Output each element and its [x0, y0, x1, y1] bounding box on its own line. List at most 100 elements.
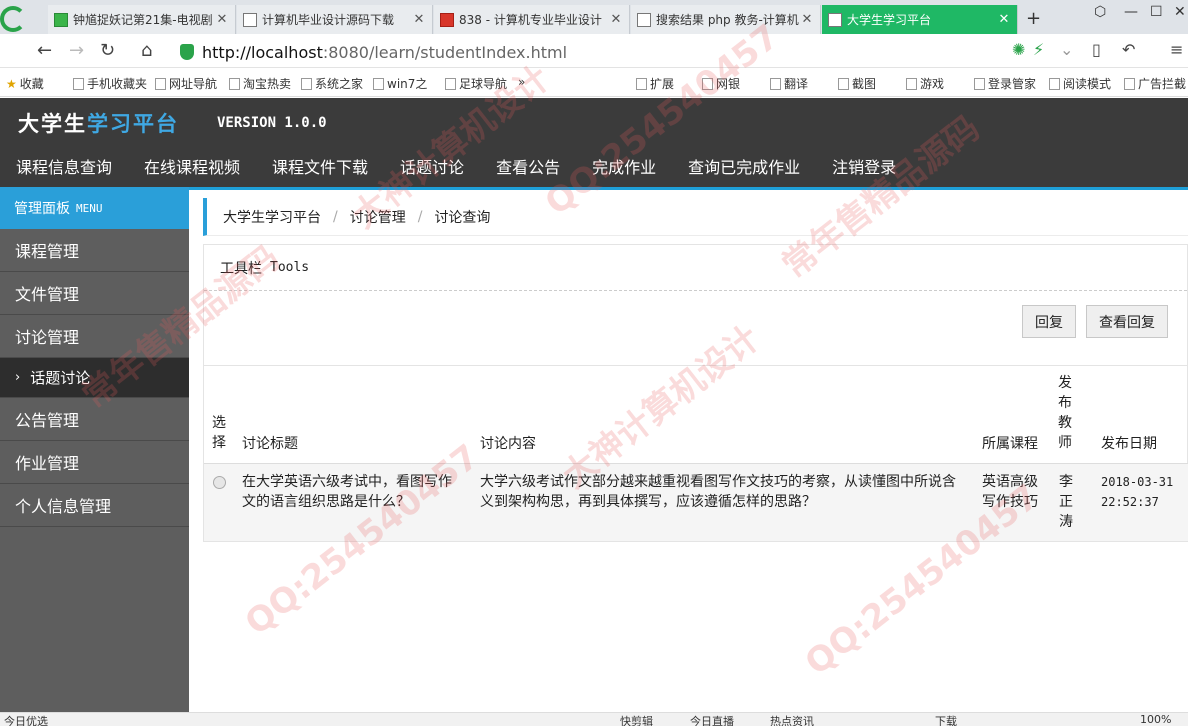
extension-item[interactable]: 阅读模式	[1049, 75, 1111, 92]
sidebar-item-files[interactable]: 文件管理	[0, 272, 189, 315]
browser-tab-active[interactable]: 大学生学习平台 ✕	[822, 5, 1018, 34]
undo-icon[interactable]: ↶	[1122, 40, 1135, 59]
extension-item[interactable]: 游戏	[906, 75, 944, 92]
speed-icon[interactable]: ✺	[1012, 40, 1025, 59]
extension-icon	[636, 77, 647, 90]
col-select: 选择	[212, 415, 226, 451]
top-nav: 课程信息查询 在线课程视频 课程文件下载 话题讨论 查看公告 完成作业 查询已完…	[0, 154, 912, 178]
bookmark-item[interactable]: 足球导航	[445, 75, 507, 92]
sidebar-item-homework[interactable]: 作业管理	[0, 441, 189, 484]
bookmark-item[interactable]: 手机收藏夹	[73, 75, 147, 92]
nav-course-video[interactable]: 在线课程视频	[144, 154, 240, 178]
close-tab-icon[interactable]: ✕	[215, 12, 229, 27]
phone-icon[interactable]: ▯	[1092, 40, 1101, 59]
login-manager-icon	[974, 77, 985, 90]
secure-shield-icon	[180, 44, 194, 60]
page-icon	[155, 77, 166, 90]
breadcrumb-section[interactable]: 讨论管理	[350, 207, 406, 227]
extension-item[interactable]: 登录管家	[974, 75, 1036, 92]
sidebar-item-discussion[interactable]: 讨论管理	[0, 315, 189, 358]
bank-icon	[702, 77, 713, 90]
browser-tab[interactable]: 计算机毕业设计源码下载 ✕	[237, 5, 433, 34]
col-content: 讨论内容	[480, 436, 536, 452]
bookmarks-bar: ★ 收藏 手机收藏夹 网址导航 淘宝热卖 系统之家 win7之 足球导航 » 扩展…	[0, 68, 1188, 97]
sidebar: 管理面板 MENU 课程管理 文件管理 讨论管理 › 话题讨论 公告管理 作业管理…	[0, 187, 189, 712]
browser-tab-bar: 钟馗捉妖记第21集-电视剧 ✕ 计算机毕业设计源码下载 ✕ 838 - 计算机专…	[0, 0, 1188, 34]
col-date: 发布日期	[1101, 436, 1157, 452]
page-icon	[445, 77, 456, 90]
row-select-radio[interactable]	[213, 476, 226, 489]
extension-item[interactable]: 截图	[838, 75, 876, 92]
browser-tab[interactable]: 838 - 计算机专业毕业设计 ✕	[434, 5, 630, 34]
forward-icon[interactable]: →	[69, 40, 84, 61]
window-close-icon[interactable]: ✕	[1174, 4, 1186, 20]
close-tab-icon[interactable]: ✕	[609, 12, 623, 27]
status-item[interactable]: 今日直播	[690, 713, 734, 726]
view-reply-button[interactable]: 查看回复	[1086, 305, 1168, 338]
status-item[interactable]: 快剪辑	[620, 713, 653, 726]
status-left[interactable]: 今日优选	[4, 713, 48, 726]
col-course: 所属课程	[982, 436, 1038, 452]
status-item[interactable]: 下载	[935, 713, 957, 726]
page-icon	[229, 77, 240, 90]
new-tab-icon[interactable]: +	[1026, 8, 1041, 29]
dropdown-icon[interactable]: ⌄	[1060, 40, 1073, 59]
site-header: 大学生学习平台 VERSION 1.0.0 课程信息查询 在线课程视频 课程文件…	[0, 98, 1188, 187]
sidebar-header: 管理面板 MENU	[0, 187, 189, 229]
browser-tab[interactable]: 钟馗捉妖记第21集-电视剧 ✕	[48, 5, 236, 34]
bookmark-item[interactable]: 系统之家	[301, 75, 363, 92]
bookmark-item[interactable]: 淘宝热卖	[229, 75, 291, 92]
bookmark-item[interactable]: win7之	[373, 75, 427, 92]
breadcrumb-home[interactable]: 大学生学习平台	[223, 207, 321, 227]
extension-item[interactable]: 广告拦截	[1124, 75, 1186, 92]
reload-icon[interactable]: ↻	[100, 40, 115, 61]
nav-course-info[interactable]: 课程信息查询	[16, 154, 112, 178]
close-tab-icon[interactable]: ✕	[800, 12, 814, 27]
bookmarks-more-button[interactable]: »	[518, 75, 525, 89]
sidebar-subitem-topic[interactable]: › 话题讨论	[0, 358, 189, 398]
site-brand[interactable]: 大学生学习平台	[18, 108, 179, 138]
status-item[interactable]: 热点资讯	[770, 713, 814, 726]
reply-button[interactable]: 回复	[1022, 305, 1076, 338]
extension-item[interactable]: 翻译	[770, 75, 808, 92]
extension-item[interactable]: 网银	[702, 75, 740, 92]
site-version: VERSION 1.0.0	[217, 115, 327, 131]
table-row[interactable]: 在大学英语六级考试中，看图写作文的语言组织思路是什么？ 大学六级考试作文部分越来…	[204, 464, 1188, 542]
panel-title: 工具栏 Tools	[204, 245, 1187, 291]
bookmark-item[interactable]: 网址导航	[155, 75, 217, 92]
page-icon	[243, 12, 257, 27]
row-teacher: 李正涛	[1059, 474, 1073, 530]
skin-icon[interactable]: ⬡	[1094, 4, 1106, 20]
sidebar-item-profile[interactable]: 个人信息管理	[0, 484, 189, 527]
breadcrumb: 大学生学习平台 / 讨论管理 / 讨论查询	[203, 198, 1188, 236]
bookmark-favorites[interactable]: ★ 收藏	[6, 75, 44, 92]
url-input[interactable]: http://localhost:8080/learn/studentIndex…	[180, 41, 1000, 63]
maximize-icon[interactable]: ☐	[1150, 4, 1163, 20]
browser-tab[interactable]: 搜索结果 php 教务-计算机 ✕	[631, 5, 821, 34]
back-icon[interactable]: ←	[37, 40, 52, 61]
nav-discussion[interactable]: 话题讨论	[400, 154, 464, 178]
zoom-level[interactable]: 100%	[1140, 713, 1171, 726]
lightning-icon[interactable]: ⚡	[1033, 40, 1044, 59]
nav-logout[interactable]: 注销登录	[832, 154, 896, 178]
minimize-icon[interactable]: —	[1124, 4, 1138, 20]
game-icon	[906, 77, 917, 90]
nav-file-download[interactable]: 课程文件下载	[272, 154, 368, 178]
page-icon	[637, 12, 651, 27]
home-icon[interactable]: ⌂	[141, 40, 152, 61]
row-course: 英语高级写作技巧	[982, 474, 1038, 510]
nav-announcements[interactable]: 查看公告	[496, 154, 560, 178]
nav-finished-homework[interactable]: 查询已完成作业	[688, 154, 800, 178]
table-header: 选择 讨论标题 讨论内容 所属课程 发布教师 发布日期	[204, 366, 1188, 464]
site-icon	[828, 12, 842, 27]
star-icon: ★	[6, 76, 17, 91]
discussion-table: 选择 讨论标题 讨论内容 所属课程 发布教师 发布日期 在大学英语六级考试中，看…	[204, 365, 1188, 542]
extension-item[interactable]: 扩展	[636, 75, 674, 92]
nav-homework[interactable]: 完成作业	[592, 154, 656, 178]
menu-icon[interactable]: ≡	[1170, 40, 1183, 59]
sidebar-item-announcements[interactable]: 公告管理	[0, 398, 189, 441]
screenshot-icon	[838, 77, 849, 90]
close-tab-icon[interactable]: ✕	[412, 12, 426, 27]
close-tab-icon[interactable]: ✕	[997, 12, 1011, 27]
sidebar-item-course[interactable]: 课程管理	[0, 229, 189, 272]
